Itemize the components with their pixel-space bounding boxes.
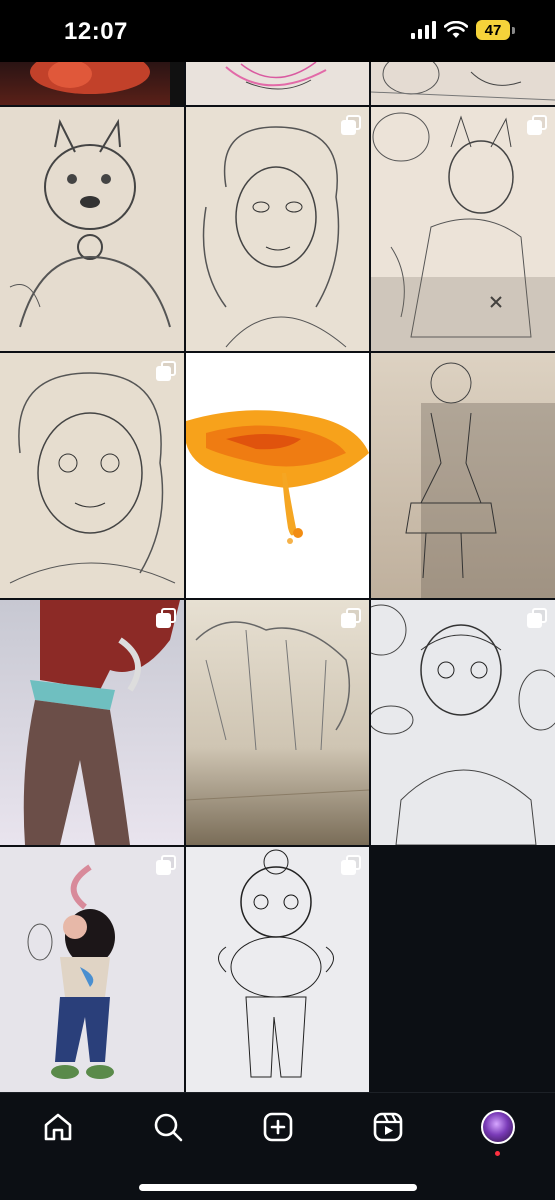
- post-thumbnail[interactable]: [371, 62, 555, 105]
- posts-grid: [0, 62, 555, 1092]
- notification-dot: [495, 1151, 500, 1156]
- nav-profile[interactable]: [478, 1107, 518, 1156]
- status-time: 12:07: [64, 18, 128, 45]
- post-thumbnail[interactable]: [371, 107, 555, 351]
- nav-home[interactable]: [38, 1107, 78, 1147]
- post-thumbnail[interactable]: [0, 62, 184, 105]
- home-icon: [44, 1113, 72, 1141]
- carousel-icon: [156, 608, 176, 628]
- nav-search[interactable]: [148, 1107, 188, 1147]
- nav-create[interactable]: [258, 1107, 298, 1147]
- carousel-icon: [527, 115, 547, 135]
- battery-level: 47: [476, 20, 510, 40]
- reels-icon: [373, 1112, 403, 1142]
- post-thumbnail[interactable]: [0, 600, 184, 845]
- signal-icon: [411, 21, 436, 39]
- post-thumbnail[interactable]: [186, 107, 369, 351]
- status-bar: 12:07 47: [0, 0, 555, 62]
- post-thumbnail[interactable]: [371, 353, 555, 598]
- carousel-icon: [341, 608, 361, 628]
- carousel-icon: [341, 855, 361, 875]
- instagram-profile-grid-screen: 12:07 47: [0, 0, 555, 1200]
- battery-icon: 47: [476, 20, 515, 40]
- carousel-icon: [156, 361, 176, 381]
- wifi-icon: [444, 21, 468, 39]
- search-icon: [154, 1113, 183, 1142]
- carousel-icon: [341, 115, 361, 135]
- carousel-icon: [156, 855, 176, 875]
- post-thumbnail[interactable]: [0, 353, 184, 598]
- carousel-icon: [527, 608, 547, 628]
- post-thumbnail[interactable]: [371, 600, 555, 845]
- post-thumbnail[interactable]: [186, 62, 369, 105]
- create-icon: [263, 1112, 293, 1142]
- status-icons: 47: [411, 20, 515, 40]
- post-thumbnail[interactable]: [0, 107, 184, 351]
- profile-avatar: [481, 1110, 515, 1144]
- post-thumbnail[interactable]: [186, 353, 369, 598]
- post-thumbnail[interactable]: [186, 847, 369, 1092]
- home-indicator[interactable]: [139, 1184, 417, 1191]
- post-thumbnail[interactable]: [0, 847, 184, 1092]
- post-thumbnail[interactable]: [186, 600, 369, 845]
- nav-reels[interactable]: [368, 1107, 408, 1147]
